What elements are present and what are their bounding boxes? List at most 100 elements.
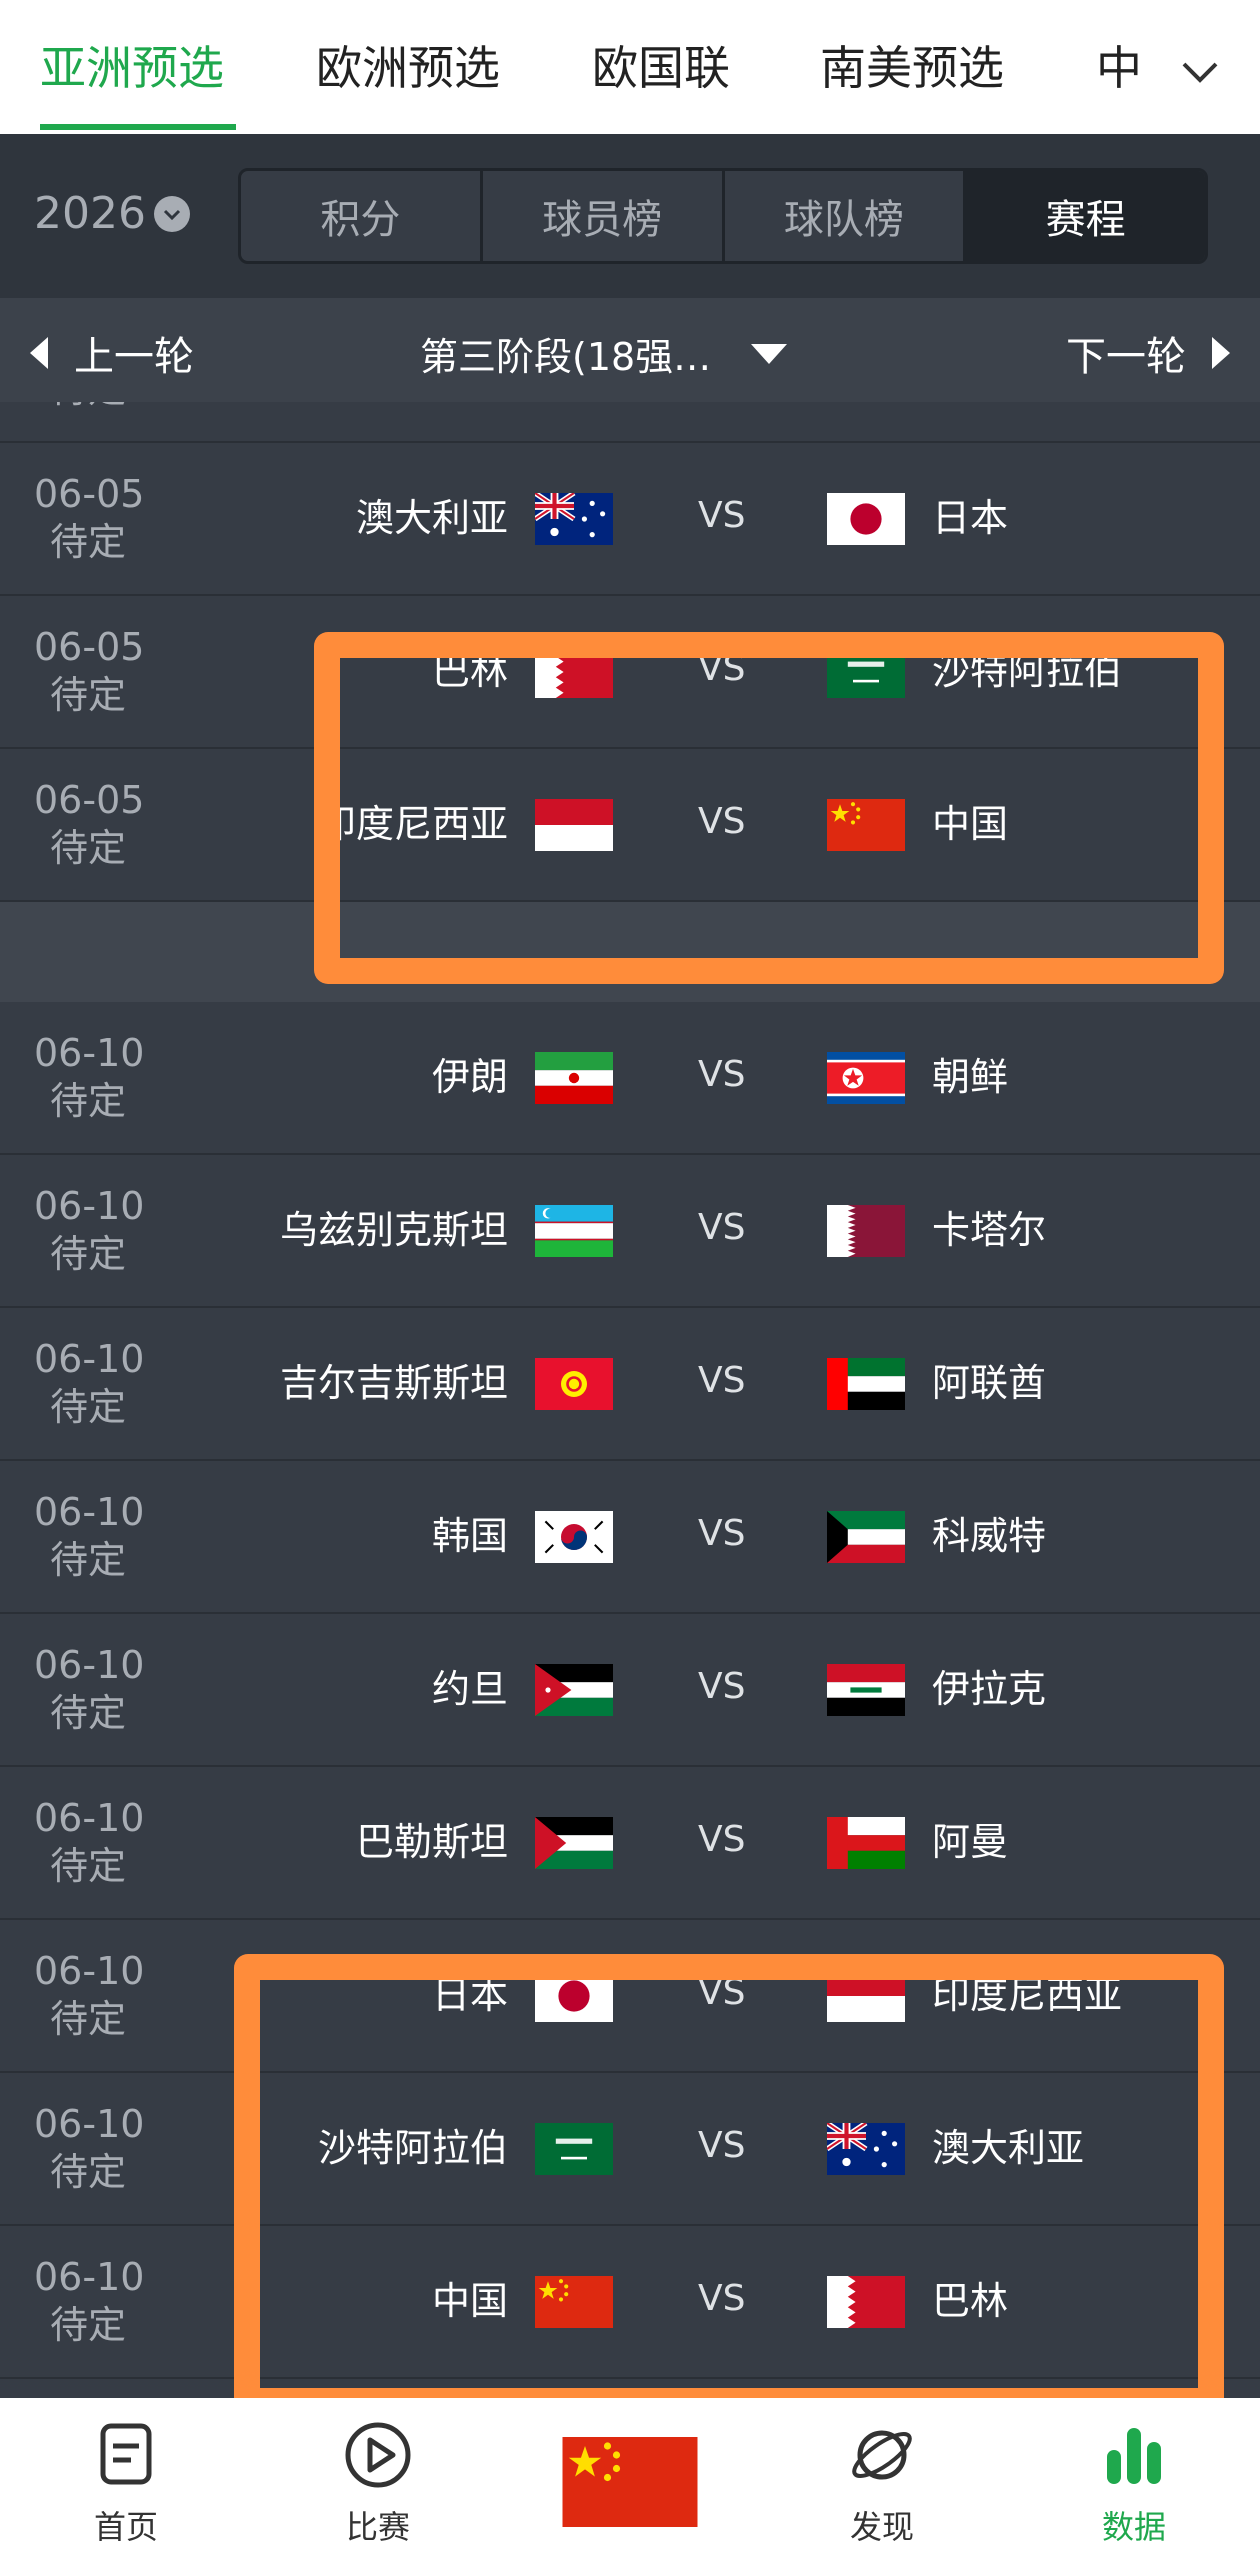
uae-flag-icon	[827, 1358, 905, 1410]
match-status: 待定	[50, 826, 127, 870]
vs-label: VS	[698, 1819, 746, 1860]
match-date: 06-10	[34, 1184, 145, 1228]
match-status: 待定	[50, 2150, 127, 2194]
oman-flag-icon	[827, 1817, 905, 1869]
segment-schedule[interactable]: 赛程	[966, 171, 1205, 261]
tab-south-america-qualifiers[interactable]: 南美预选	[820, 38, 1004, 98]
year-selector[interactable]: 2026	[34, 188, 190, 239]
highlight-box-2	[234, 1954, 1224, 2414]
match-status: 待定	[50, 1844, 127, 1888]
home-team-name: 巴勒斯坦	[355, 1820, 508, 1864]
filter-bar: 2026 积分 球员榜 球队榜 赛程	[0, 134, 1260, 298]
segment-standings[interactable]: 积分	[241, 171, 483, 261]
away-team-name: 日本	[932, 496, 1009, 540]
prev-round-button[interactable]: 上一轮	[30, 324, 194, 382]
away-team-name: 科威特	[932, 1514, 1047, 1558]
home-team-name: 韩国	[431, 1514, 508, 1558]
next-round-label: 下一轮	[1066, 334, 1186, 380]
jordan-flag-icon	[535, 1664, 613, 1716]
match-row[interactable]: 06-10 待定 伊朗 VS 朝鲜	[0, 1002, 1260, 1155]
planet-icon	[852, 2430, 912, 2480]
match-status: 待定	[50, 2303, 127, 2347]
away-team-name: 阿联酋	[932, 1361, 1047, 1405]
nav-discover[interactable]: 发现	[756, 2398, 1008, 2566]
match-row[interactable]: 06-10 待定 吉尔吉斯斯坦 VS 阿联酋	[0, 1308, 1260, 1461]
caret-down-icon	[751, 343, 788, 364]
palestine-flag-icon	[535, 1817, 613, 1869]
iran-flag-icon	[535, 1052, 613, 1104]
match-date: 06-10	[34, 1031, 145, 1075]
match-row[interactable]: 06-10 待定 巴勒斯坦 VS 阿曼	[0, 1767, 1260, 1920]
away-team-name: 阿曼	[932, 1820, 1009, 1864]
match-status: 待定	[50, 1997, 127, 2041]
nav-data-label: 数据	[1101, 2508, 1166, 2546]
home-team-name: 吉尔吉斯斯坦	[279, 1361, 508, 1405]
tab-nations-league[interactable]: 欧国联	[592, 38, 730, 98]
match-status: 待定	[50, 1079, 127, 1123]
segment-team-rankings[interactable]: 球队榜	[725, 171, 967, 261]
vs-label: VS	[698, 1360, 746, 1401]
play-circle-icon	[345, 2422, 411, 2488]
match-date: 06-05	[34, 778, 145, 822]
match-date: 06-10	[34, 1643, 145, 1687]
match-date: 06-10	[34, 2255, 145, 2299]
segment-control: 积分 球员榜 球队榜 赛程	[238, 168, 1208, 264]
away-team-name: 伊拉克	[932, 1667, 1047, 1711]
caret-right-icon	[1212, 337, 1230, 369]
bottom-navigation: 首页 比赛 发现 数据	[0, 2398, 1260, 2566]
kyrgyzstan-flag-icon	[535, 1358, 613, 1410]
match-status: 待定	[50, 402, 126, 412]
nav-matches[interactable]: 比赛	[252, 2398, 504, 2566]
match-date: 06-10	[34, 1337, 145, 1381]
tab-europe-qualifiers[interactable]: 欧洲预选	[316, 38, 500, 98]
match-date: 06-10	[34, 1796, 145, 1840]
tab-more-partial[interactable]: 中	[1096, 38, 1142, 98]
match-row[interactable]: 06-10 待定 乌兹别克斯坦 VS 卡塔尔	[0, 1155, 1260, 1308]
match-date: 06-10	[34, 1490, 145, 1534]
match-row-partial[interactable]: 待定	[0, 402, 1260, 443]
vs-label: VS	[698, 1054, 746, 1095]
nav-matches-label: 比赛	[345, 2508, 410, 2546]
qatar-flag-icon	[827, 1205, 905, 1257]
nav-home-label: 首页	[93, 2508, 158, 2546]
match-status: 待定	[50, 520, 127, 564]
japan-flag-icon	[827, 493, 905, 545]
active-tab-indicator	[40, 124, 236, 130]
next-round-button[interactable]: 下一轮	[1066, 324, 1230, 382]
away-team-name: 朝鲜	[932, 1055, 1009, 1099]
prev-round-label: 上一轮	[74, 334, 194, 380]
nav-home[interactable]: 首页	[0, 2398, 252, 2566]
year-label: 2026	[34, 188, 146, 239]
north-korea-flag-icon	[827, 1052, 905, 1104]
caret-left-icon	[30, 337, 48, 369]
stage-selector[interactable]: 第三阶段(18强…	[420, 326, 788, 381]
vs-label: VS	[698, 1513, 746, 1554]
match-status: 待定	[50, 1691, 127, 1735]
vs-label: VS	[698, 1666, 746, 1707]
iraq-flag-icon	[827, 1664, 905, 1716]
home-team-name: 澳大利亚	[355, 496, 508, 540]
stage-label: 第三阶段(18强…	[420, 335, 712, 379]
match-row[interactable]: 06-05 待定 澳大利亚 VS 日本	[0, 443, 1260, 596]
nav-china-team[interactable]	[504, 2398, 756, 2566]
segment-player-rankings[interactable]: 球员榜	[483, 171, 725, 261]
match-status: 待定	[50, 673, 127, 717]
home-team-name: 伊朗	[431, 1055, 508, 1099]
match-date: 06-05	[34, 472, 145, 516]
away-team-name: 卡塔尔	[932, 1208, 1047, 1252]
tab-asia-qualifiers[interactable]: 亚洲预选	[40, 38, 224, 98]
chevron-down-icon[interactable]	[1180, 52, 1220, 92]
match-row[interactable]: 06-10 待定 约旦 VS 伊拉克	[0, 1614, 1260, 1767]
match-status: 待定	[50, 1385, 127, 1429]
competition-tabs: 亚洲预选 欧洲预选 欧国联 南美预选 中	[0, 0, 1260, 134]
nav-data[interactable]: 数据	[1008, 2398, 1260, 2566]
vs-label: VS	[698, 1207, 746, 1248]
match-date: 06-10	[34, 1949, 145, 1993]
chevron-down-icon	[153, 195, 190, 232]
home-team-name: 乌兹别克斯坦	[279, 1208, 508, 1252]
match-status: 待定	[50, 1232, 127, 1276]
match-row[interactable]: 06-10 待定 韩国 VS 科威特	[0, 1461, 1260, 1614]
australia-flag-icon	[535, 493, 613, 545]
match-date: 06-05	[34, 625, 145, 669]
round-navigator: 上一轮 第三阶段(18强… 下一轮	[0, 298, 1260, 402]
